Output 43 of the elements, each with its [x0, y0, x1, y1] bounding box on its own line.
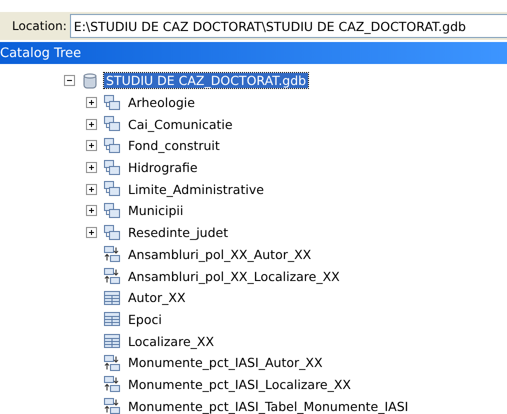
collapse-icon[interactable]: [64, 75, 75, 86]
table-icon: [103, 310, 121, 328]
tree-item[interactable]: Localizare_XX: [126, 334, 216, 349]
relationship-icon: [103, 375, 121, 394]
dataset-icon: [103, 158, 121, 177]
expand-icon[interactable]: [86, 162, 97, 174]
expand-icon[interactable]: [86, 227, 97, 238]
tree-item[interactable]: Resedinte_judet: [126, 225, 230, 240]
expand-icon[interactable]: [86, 205, 97, 216]
dataset-icon: [103, 224, 121, 242]
expand-icon[interactable]: [86, 184, 97, 195]
dataset-icon: [103, 180, 121, 198]
relationship-icon: [103, 397, 121, 414]
tree-item[interactable]: Monumente_pct_IASI_Autor_XX: [126, 355, 325, 370]
tree-item[interactable]: Monumente_pct_IASI_Tabel_Monumente_IASI: [126, 398, 410, 414]
location-label: Location:: [12, 19, 67, 33]
tree-item[interactable]: Fond_construit: [126, 138, 222, 154]
dataset-icon: [103, 136, 121, 155]
location-field[interactable]: E:\STUDIU DE CAZ DOCTORAT\STUDIU DE CAZ_DOCTORAT.gdb: [70, 14, 507, 38]
tree-item[interactable]: STUDIU DE CAZ_DOCTORAT.gdb: [104, 73, 308, 88]
relationship-icon: [103, 267, 121, 286]
dataset-icon: [103, 94, 121, 112]
tree-item[interactable]: Limite_Administrative: [126, 182, 266, 197]
dataset-icon: [103, 202, 121, 220]
tree-item[interactable]: Autor_XX: [126, 290, 188, 306]
table-icon: [103, 332, 121, 350]
tree-item[interactable]: Monumente_pct_IASI_Localizare_XX: [126, 376, 353, 392]
expand-icon[interactable]: [86, 118, 97, 130]
dataset-icon: [103, 115, 121, 134]
panel-title: Catalog Tree: [0, 46, 82, 60]
tree-item[interactable]: Arheologie: [126, 95, 197, 110]
database-icon: [81, 72, 99, 90]
tree-item[interactable]: Municipii: [126, 203, 186, 218]
tree-item[interactable]: Epoci: [126, 312, 164, 327]
relationship-icon: [103, 245, 121, 264]
relationship-icon: [103, 354, 121, 372]
expand-icon[interactable]: [86, 140, 97, 152]
tree-item[interactable]: Ansambluri_pol_XX_Autor_XX: [126, 246, 314, 262]
tree-item[interactable]: Hidrografie: [126, 160, 200, 176]
tree-item[interactable]: Ansambluri_pol_XX_Localizare_XX: [126, 268, 342, 284]
expand-icon[interactable]: [86, 97, 97, 108]
tree-item[interactable]: Cai_Comunicatie: [126, 116, 235, 132]
table-icon: [103, 288, 121, 307]
